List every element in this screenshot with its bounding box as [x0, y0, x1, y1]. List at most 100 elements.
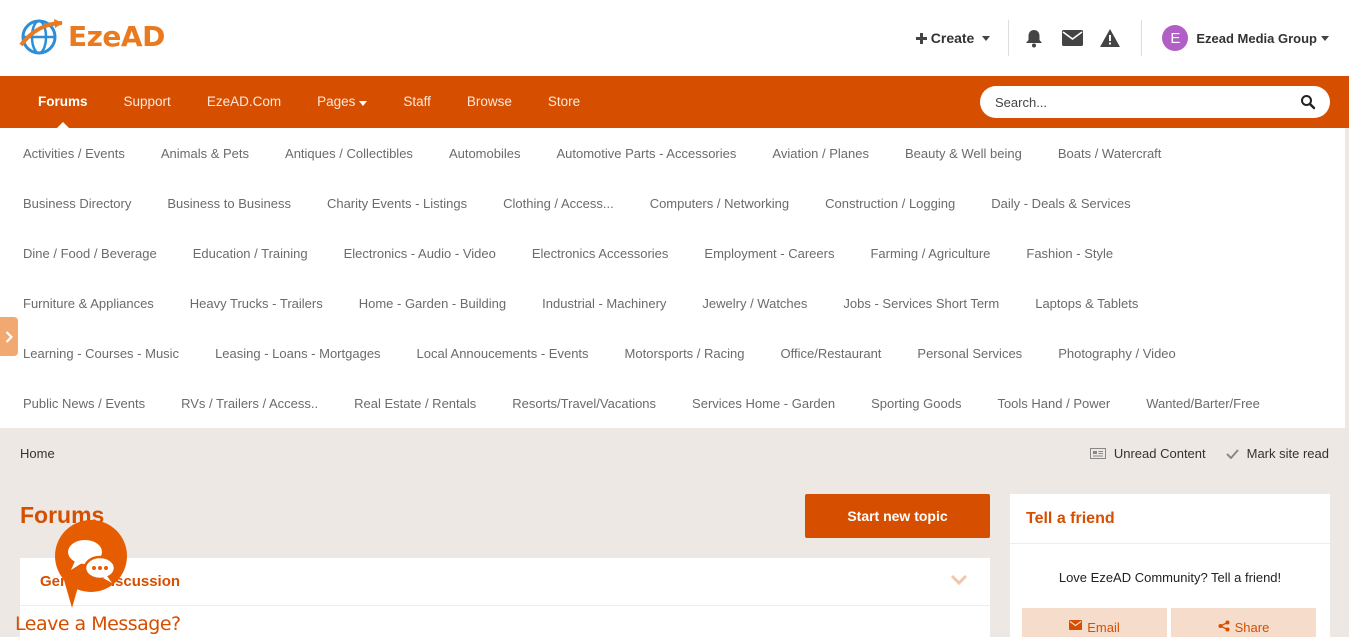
- nav-item-staff[interactable]: Staff: [385, 76, 449, 128]
- category-link[interactable]: Employment - Careers: [686, 246, 852, 261]
- notifications-button[interactable]: [1015, 20, 1053, 56]
- category-link[interactable]: Wanted/Barter/Free: [1128, 396, 1278, 411]
- chat-launcher[interactable]: [55, 520, 127, 592]
- category-link[interactable]: Clothing / Access...: [485, 196, 632, 211]
- category-row: Learning - Courses - Music Leasing - Loa…: [5, 328, 1194, 378]
- newspaper-icon: [1089, 448, 1106, 459]
- category-link[interactable]: Sporting Goods: [853, 396, 979, 411]
- email-share-button[interactable]: Email: [1022, 608, 1167, 637]
- search-input[interactable]: [980, 86, 1280, 118]
- nav-item-pages-label: Pages: [317, 94, 356, 109]
- category-link[interactable]: Beauty & Well being: [887, 146, 1040, 161]
- category-link[interactable]: Furniture & Appliances: [5, 296, 172, 311]
- category-link[interactable]: Laptops & Tablets: [1017, 296, 1156, 311]
- category-link[interactable]: Animals & Pets: [143, 146, 267, 161]
- search-icon[interactable]: [1300, 94, 1316, 110]
- tell-a-friend-widget: Tell a friend Love EzeAD Community? Tell…: [1010, 494, 1330, 637]
- category-link[interactable]: Home - Garden - Building: [341, 296, 524, 311]
- category-link[interactable]: Motorsports / Racing: [607, 346, 763, 361]
- user-menu[interactable]: E Ezead Media Group: [1142, 25, 1329, 51]
- category-link[interactable]: Local Annoucements - Events: [399, 346, 607, 361]
- category-link[interactable]: Automotive Parts - Accessories: [538, 146, 754, 161]
- category-link[interactable]: Personal Services: [899, 346, 1040, 361]
- sidebar-toggle[interactable]: [0, 317, 18, 356]
- divider: [1008, 20, 1010, 56]
- nav-item-browse[interactable]: Browse: [449, 76, 530, 128]
- category-link[interactable]: Tools Hand / Power: [979, 396, 1128, 411]
- nav-item-support[interactable]: Support: [106, 76, 189, 128]
- globe-logo-icon: [19, 19, 63, 55]
- category-link[interactable]: Jewelry / Watches: [684, 296, 825, 311]
- category-link[interactable]: Education / Training: [175, 246, 326, 261]
- nav-item-forums[interactable]: Forums: [20, 76, 106, 128]
- category-link[interactable]: Business to Business: [149, 196, 309, 211]
- breadcrumb-home[interactable]: Home: [20, 446, 55, 461]
- chat-launcher-label[interactable]: Leave a Message?: [15, 613, 181, 635]
- category-link[interactable]: Fashion - Style: [1008, 246, 1131, 261]
- forum-category-header: General Discussion: [20, 558, 990, 606]
- widget-text: Love EzeAD Community? Tell a friend!: [1058, 570, 1282, 585]
- category-link[interactable]: RVs / Trailers / Access..: [163, 396, 336, 411]
- category-link[interactable]: Learning - Courses - Music: [5, 346, 197, 361]
- share-label: Share: [1234, 620, 1270, 635]
- unread-content-link[interactable]: Unread Content: [1089, 446, 1206, 461]
- category-link[interactable]: Daily - Deals & Services: [973, 196, 1148, 211]
- email-label: Email: [1087, 620, 1120, 635]
- create-label: Create: [930, 30, 975, 46]
- category-panel: Activities / Events Animals & Pets Antiq…: [0, 128, 1345, 428]
- reports-button[interactable]: [1091, 20, 1129, 56]
- site-logo[interactable]: EzeAD: [18, 14, 165, 58]
- share-icon: [1218, 620, 1230, 632]
- category-link[interactable]: Electronics - Audio - Video: [326, 246, 514, 261]
- category-link[interactable]: Heavy Trucks - Trailers: [172, 296, 341, 311]
- site-header: EzeAD Create E Ezead Media Group: [0, 0, 1349, 76]
- category-link[interactable]: Industrial - Machinery: [524, 296, 684, 311]
- warning-icon: [1100, 29, 1121, 47]
- category-link[interactable]: Computers / Networking: [632, 196, 807, 211]
- chat-bubbles-icon: [68, 540, 117, 583]
- category-row: Furniture & Appliances Heavy Trucks - Tr…: [5, 278, 1156, 328]
- category-link[interactable]: Jobs - Services Short Term: [825, 296, 1017, 311]
- category-row: Public News / Events RVs / Trailers / Ac…: [5, 378, 1278, 428]
- category-link[interactable]: Aviation / Planes: [754, 146, 887, 161]
- search-box: [980, 86, 1330, 118]
- category-link[interactable]: Public News / Events: [5, 396, 163, 411]
- category-link[interactable]: Automobiles: [431, 146, 539, 161]
- create-button[interactable]: Create: [915, 30, 1009, 46]
- logo-text: EzeAD: [68, 19, 165, 53]
- category-row: Business Directory Business to Business …: [5, 178, 1149, 228]
- nav-item-pages[interactable]: Pages: [299, 76, 385, 128]
- category-link[interactable]: Office/Restaurant: [762, 346, 899, 361]
- user-name: Ezead Media Group: [1196, 30, 1317, 46]
- category-link[interactable]: Photography / Video: [1040, 346, 1194, 361]
- mark-site-read-link[interactable]: Mark site read: [1225, 446, 1329, 461]
- nav-item-store[interactable]: Store: [530, 76, 598, 128]
- category-link[interactable]: Construction / Logging: [807, 196, 973, 211]
- share-button[interactable]: Share: [1171, 608, 1316, 637]
- check-icon: [1225, 448, 1239, 459]
- category-link[interactable]: Leasing - Loans - Mortgages: [197, 346, 398, 361]
- category-link[interactable]: Charity Events - Listings: [309, 196, 485, 211]
- messages-button[interactable]: [1053, 20, 1091, 56]
- nav-item-ezead-com[interactable]: EzeAD.Com: [189, 76, 299, 128]
- category-link[interactable]: Farming / Agriculture: [852, 246, 1008, 261]
- avatar: E: [1162, 25, 1189, 51]
- category-link[interactable]: Activities / Events: [5, 146, 143, 161]
- chevron-down-icon: [359, 101, 368, 106]
- category-row: Activities / Events Animals & Pets Antiq…: [5, 128, 1179, 178]
- user-bar: Create E Ezead Media Group: [915, 20, 1329, 56]
- category-link[interactable]: Services Home - Garden: [674, 396, 853, 411]
- category-link[interactable]: Resorts/Travel/Vacations: [494, 396, 674, 411]
- start-new-topic-button[interactable]: Start new topic: [805, 494, 990, 538]
- main-nav: Forums Support EzeAD.Com Pages Staff Bro…: [0, 76, 1349, 128]
- chevron-down-icon[interactable]: [950, 574, 968, 586]
- category-link[interactable]: Business Directory: [5, 196, 149, 211]
- chevron-down-icon: [982, 35, 991, 41]
- category-link[interactable]: Boats / Watercraft: [1040, 146, 1180, 161]
- unread-content-label: Unread Content: [1113, 446, 1206, 461]
- category-link[interactable]: Electronics Accessories: [514, 246, 687, 261]
- category-link[interactable]: Antiques / Collectibles: [267, 146, 431, 161]
- category-link[interactable]: Real Estate / Rentals: [336, 396, 494, 411]
- category-link[interactable]: Dine / Food / Beverage: [5, 246, 175, 261]
- envelope-icon: [1061, 30, 1083, 46]
